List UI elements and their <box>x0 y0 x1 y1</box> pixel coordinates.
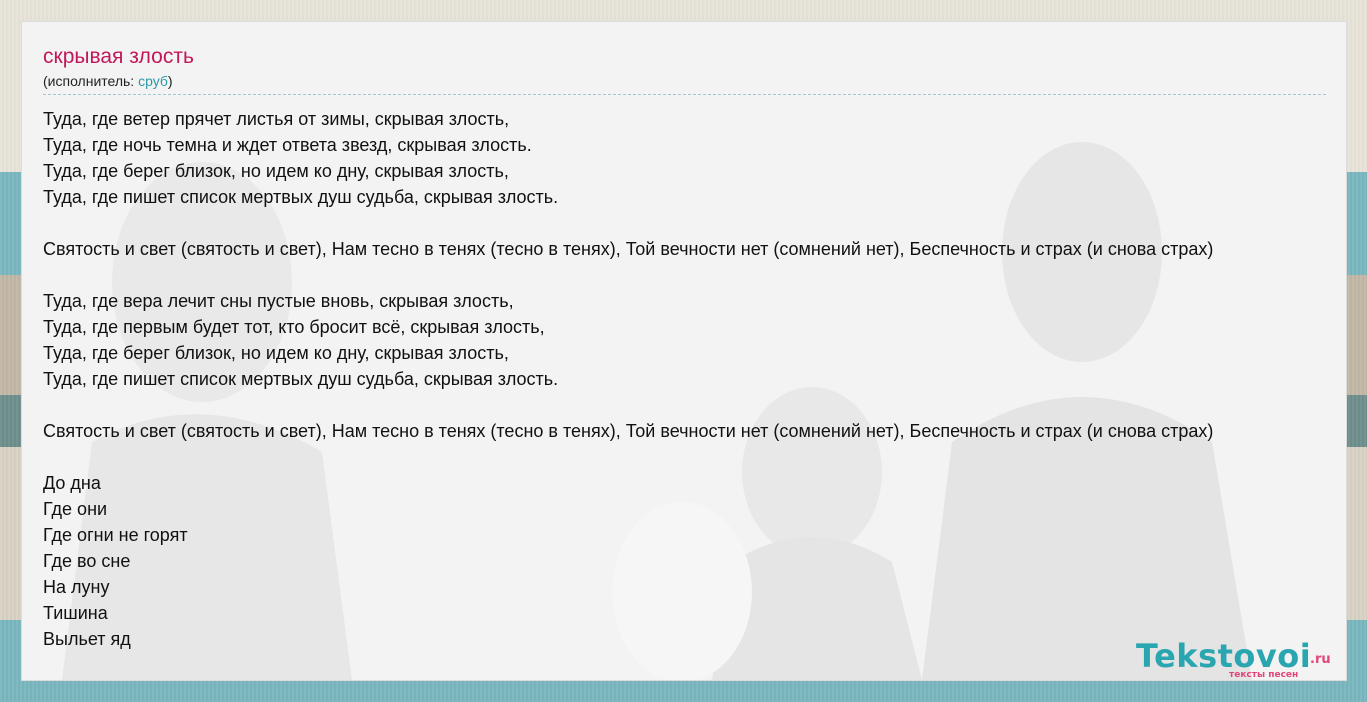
lyric-line: Где они <box>43 499 108 519</box>
lyric-blank-line <box>43 392 1343 418</box>
lyric-blank-line <box>43 210 1343 236</box>
lyric-line: Где огни не горят <box>43 525 188 545</box>
lyric-line: Туда, где берег близок, но идем ко дну, … <box>43 343 509 363</box>
lyric-line: Туда, где ветер прячет листья от зимы, с… <box>43 109 510 129</box>
artist-line: (исполнитель: сруб) <box>43 71 1343 91</box>
lyric-blank-line <box>43 262 1343 288</box>
tekstovoi-logo[interactable]: Tekstovoi .ru тексты песен <box>1136 638 1356 684</box>
artist-suffix: ) <box>167 73 173 89</box>
lyric-blank-line <box>43 444 1343 470</box>
title-divider <box>43 94 1326 95</box>
lyric-line: Туда, где вера лечит сны пустые вновь, с… <box>43 291 514 311</box>
lyrics-card: скрывая злость (исполнитель: сруб) Туда,… <box>21 21 1347 681</box>
lyric-line: Святость и свет (святость и свет), Нам т… <box>43 239 1214 259</box>
lyric-line: На луну <box>43 577 110 597</box>
logo-tld: .ru <box>1310 652 1331 667</box>
logo-subtitle: тексты песен <box>1229 670 1299 680</box>
lyric-line: До дна <box>43 473 101 493</box>
lyric-line: Где во сне <box>43 551 131 571</box>
lyric-line: Туда, где берег близок, но идем ко дну, … <box>43 161 509 181</box>
artist-link[interactable]: сруб <box>138 73 168 89</box>
lyric-line: Туда, где ночь темна и ждет ответа звезд… <box>43 135 532 155</box>
lyric-line: Туда, где пишет список мертвых душ судьб… <box>43 187 559 207</box>
song-title: скрывая злость <box>43 45 194 68</box>
lyrics-content: скрывая злость (исполнитель: сруб) Туда,… <box>43 44 1343 652</box>
artist-prefix: (исполнитель: <box>43 73 139 89</box>
lyric-line: Туда, где пишет список мертвых душ судьб… <box>43 369 559 389</box>
lyric-line: Туда, где первым будет тот, кто бросит в… <box>43 317 545 337</box>
logo-wordmark: Tekstovoi <box>1136 637 1312 675</box>
lyric-line: Тишина <box>43 603 108 623</box>
lyric-line: Святость и свет (святость и свет), Нам т… <box>43 421 1214 441</box>
lyrics-text: Туда, где ветер прячет листья от зимы, с… <box>43 106 1343 652</box>
